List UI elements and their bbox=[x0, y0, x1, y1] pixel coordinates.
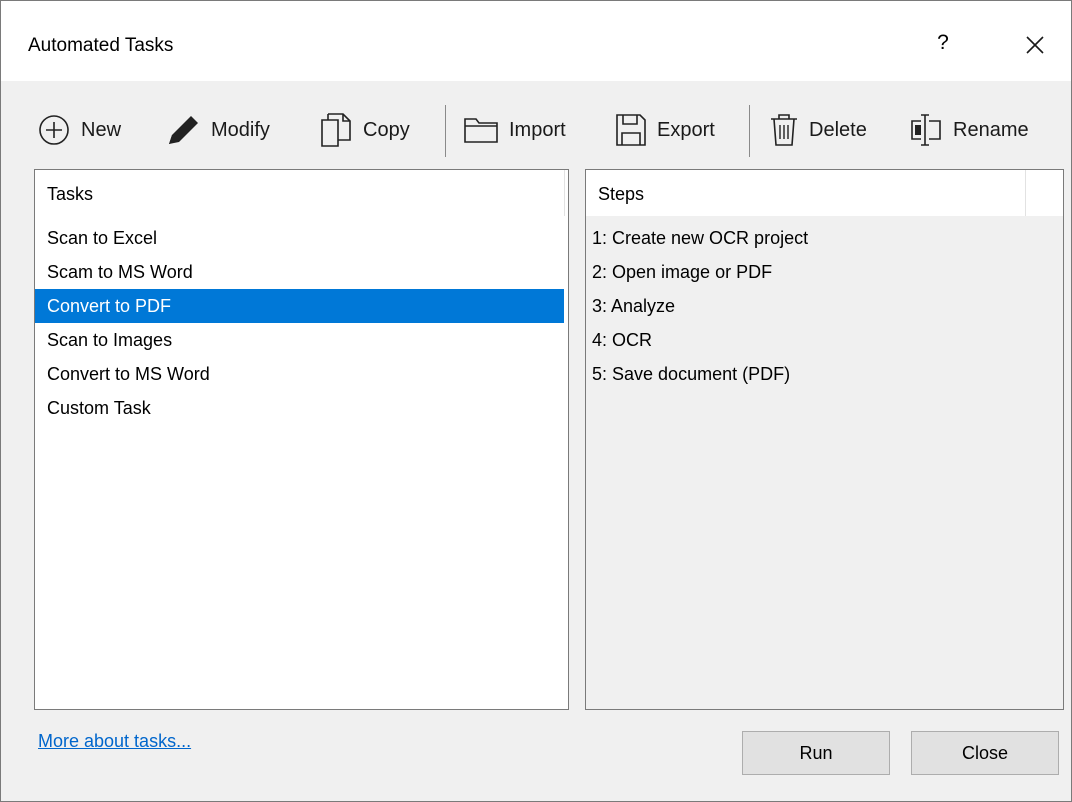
import-button[interactable]: Import bbox=[463, 95, 566, 165]
close-icon bbox=[1026, 36, 1044, 54]
automated-tasks-dialog: Automated Tasks ? New Modify Copy Import… bbox=[0, 0, 1072, 802]
steps-list: 1: Create new OCR project 2: Open image … bbox=[586, 221, 1063, 391]
more-about-tasks-link[interactable]: More about tasks... bbox=[38, 731, 191, 752]
rename-button[interactable]: Rename bbox=[909, 95, 1029, 165]
title-bar: Automated Tasks ? bbox=[1, 1, 1071, 81]
list-item[interactable]: 2: Open image or PDF bbox=[586, 255, 1063, 289]
copy-label: Copy bbox=[363, 118, 410, 141]
delete-label: Delete bbox=[809, 118, 867, 141]
rename-icon bbox=[909, 113, 943, 147]
run-button[interactable]: Run bbox=[742, 731, 890, 775]
column-divider[interactable] bbox=[1025, 170, 1026, 216]
toolbar-separator bbox=[749, 105, 750, 157]
tasks-column-header[interactable]: Tasks bbox=[35, 170, 568, 216]
list-item[interactable]: Scam to MS Word bbox=[35, 255, 568, 289]
list-item[interactable]: Scan to Excel bbox=[35, 221, 568, 255]
delete-button[interactable]: Delete bbox=[769, 95, 867, 165]
list-item[interactable]: 4: OCR bbox=[586, 323, 1063, 357]
list-item[interactable]: Scan to Images bbox=[35, 323, 568, 357]
tasks-panel: Tasks Scan to Excel Scam to MS Word Conv… bbox=[34, 169, 569, 710]
copy-button[interactable]: Copy bbox=[319, 95, 410, 165]
pencil-icon bbox=[165, 113, 201, 147]
toolbar-separator bbox=[445, 105, 446, 157]
save-icon bbox=[615, 113, 647, 147]
trash-icon bbox=[769, 113, 799, 147]
export-button[interactable]: Export bbox=[615, 95, 715, 165]
list-item[interactable]: 5: Save document (PDF) bbox=[586, 357, 1063, 391]
import-label: Import bbox=[509, 118, 566, 141]
column-divider[interactable] bbox=[564, 170, 565, 216]
help-button[interactable]: ? bbox=[931, 31, 955, 61]
tasks-header-label: Tasks bbox=[47, 184, 94, 204]
window-title: Automated Tasks bbox=[28, 35, 174, 56]
toolbar: New Modify Copy Import Export Delete Ren… bbox=[37, 95, 1061, 165]
modify-label: Modify bbox=[211, 118, 270, 141]
tasks-list: Scan to Excel Scam to MS Word Convert to… bbox=[35, 221, 568, 425]
copy-icon bbox=[319, 111, 353, 149]
list-item[interactable]: 3: Analyze bbox=[586, 289, 1063, 323]
close-window-button[interactable] bbox=[1013, 23, 1057, 67]
modify-button[interactable]: Modify bbox=[165, 95, 270, 165]
export-label: Export bbox=[657, 118, 715, 141]
new-label: New bbox=[81, 118, 122, 141]
close-button[interactable]: Close bbox=[911, 731, 1059, 775]
folder-icon bbox=[463, 115, 499, 145]
new-button[interactable]: New bbox=[37, 95, 121, 165]
plus-circle-icon bbox=[37, 113, 71, 147]
steps-column-header[interactable]: Steps bbox=[586, 170, 1063, 216]
steps-header-label: Steps bbox=[598, 184, 645, 204]
list-item[interactable]: Convert to MS Word bbox=[35, 357, 568, 391]
list-item-selected[interactable]: Convert to PDF bbox=[35, 289, 564, 323]
steps-panel: Steps 1: Create new OCR project 2: Open … bbox=[585, 169, 1064, 710]
rename-label: Rename bbox=[953, 118, 1029, 141]
list-item[interactable]: 1: Create new OCR project bbox=[586, 221, 1063, 255]
list-item[interactable]: Custom Task bbox=[35, 391, 568, 425]
